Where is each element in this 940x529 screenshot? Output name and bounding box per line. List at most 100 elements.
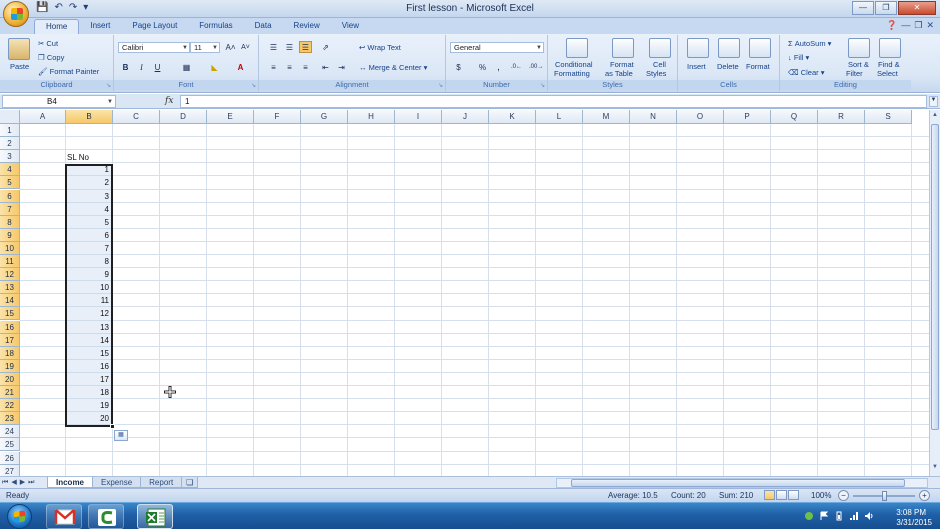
row-header-22[interactable]: 22 bbox=[0, 399, 20, 413]
row-header-20[interactable]: 20 bbox=[0, 372, 20, 386]
delete-button[interactable]: Delete bbox=[717, 62, 739, 71]
column-header-b[interactable]: B bbox=[66, 110, 113, 124]
column-header-g[interactable]: G bbox=[301, 110, 348, 124]
cell-b5[interactable]: 2 bbox=[67, 176, 111, 189]
conditional-formatting-icon[interactable] bbox=[566, 38, 588, 58]
column-header-h[interactable]: H bbox=[348, 110, 395, 124]
vertical-scroll-thumb[interactable] bbox=[931, 124, 939, 430]
row-header-25[interactable]: 25 bbox=[0, 438, 20, 452]
row-header-19[interactable]: 19 bbox=[0, 359, 20, 373]
column-header-n[interactable]: N bbox=[630, 110, 677, 124]
camtasia-app-icon[interactable] bbox=[88, 504, 124, 529]
orientation-icon[interactable]: ⇗ bbox=[319, 41, 332, 53]
percent-icon[interactable]: % bbox=[476, 61, 489, 73]
sheet-tab-income[interactable]: Income bbox=[47, 477, 94, 488]
cell-b23[interactable]: 20 bbox=[67, 412, 111, 425]
row-header-13[interactable]: 13 bbox=[0, 281, 20, 295]
expand-formula-bar-icon[interactable]: ▼ bbox=[929, 96, 938, 107]
cell-b20[interactable]: 17 bbox=[67, 373, 111, 386]
fill-button[interactable]: ↓ Fill ▾ bbox=[788, 53, 809, 62]
increase-decimal-icon[interactable]: .0← bbox=[510, 61, 523, 73]
decrease-decimal-icon[interactable]: .00→ bbox=[528, 61, 543, 73]
insert-cells-icon[interactable] bbox=[687, 38, 709, 58]
cell-b14[interactable]: 11 bbox=[67, 294, 111, 307]
tab-insert[interactable]: Insert bbox=[79, 19, 121, 34]
auto-fill-options-icon[interactable]: ▦ bbox=[114, 430, 128, 441]
cell-b17[interactable]: 14 bbox=[67, 334, 111, 347]
zoom-in-icon[interactable]: + bbox=[919, 490, 930, 501]
comma-style-icon[interactable]: , bbox=[492, 61, 505, 73]
first-sheet-icon[interactable]: ⏮ bbox=[2, 477, 8, 488]
cell-b22[interactable]: 19 bbox=[67, 399, 111, 412]
cell-b12[interactable]: 9 bbox=[67, 268, 111, 281]
align-middle-icon[interactable]: ☰ bbox=[283, 41, 296, 53]
dialog-launcher-icon[interactable]: ↘ bbox=[251, 82, 256, 89]
normal-view-icon[interactable] bbox=[764, 490, 775, 500]
column-header-c[interactable]: C bbox=[113, 110, 160, 124]
fill-color-icon[interactable]: ◣ bbox=[208, 61, 221, 73]
autosum-button[interactable]: Σ AutoSum ▾ bbox=[788, 39, 831, 48]
page-break-view-icon[interactable] bbox=[788, 490, 799, 500]
clock-date[interactable]: 3/31/2015 bbox=[896, 518, 932, 527]
row-header-7[interactable]: 7 bbox=[0, 202, 20, 216]
ribbon-close-icon[interactable]: ✕ bbox=[926, 20, 934, 31]
tab-page-layout[interactable]: Page Layout bbox=[121, 19, 188, 34]
cell-b21[interactable]: 18 bbox=[67, 386, 111, 399]
horizontal-scrollbar[interactable] bbox=[556, 478, 928, 488]
row-header-3[interactable]: 3 bbox=[0, 150, 20, 164]
flag-icon[interactable] bbox=[819, 511, 829, 521]
page-layout-view-icon[interactable] bbox=[776, 490, 787, 500]
row-header-11[interactable]: 11 bbox=[0, 255, 20, 268]
row-header-27[interactable]: 27 bbox=[0, 464, 20, 476]
vertical-scrollbar[interactable]: ▲ ▼ bbox=[929, 110, 940, 476]
sort-filter-line1[interactable]: Sort & bbox=[848, 60, 869, 69]
wrap-text-button[interactable]: ↩ Wrap Text bbox=[359, 43, 401, 52]
tab-review[interactable]: Review bbox=[283, 19, 331, 34]
ribbon-restore-icon[interactable]: ❐ bbox=[914, 20, 922, 31]
office-button[interactable] bbox=[3, 1, 29, 27]
select-all-corner[interactable] bbox=[0, 110, 20, 124]
column-header-f[interactable]: F bbox=[254, 110, 301, 124]
fill-handle[interactable] bbox=[110, 424, 115, 429]
clear-button[interactable]: ⌫ Clear ▾ bbox=[788, 68, 825, 77]
sheet-tab-report[interactable]: Report bbox=[140, 477, 183, 488]
clock-time[interactable]: 3:08 PM bbox=[896, 508, 926, 517]
column-header-a[interactable]: A bbox=[20, 110, 66, 124]
sort-filter-line2[interactable]: Filter bbox=[846, 69, 863, 78]
column-header-r[interactable]: R bbox=[818, 110, 865, 124]
align-center-icon[interactable]: ≡ bbox=[283, 61, 296, 73]
battery-icon[interactable] bbox=[834, 511, 844, 521]
cell-b18[interactable]: 15 bbox=[67, 347, 111, 360]
cell-b15[interactable]: 12 bbox=[67, 307, 111, 320]
insert-button[interactable]: Insert bbox=[687, 62, 706, 71]
copy-button[interactable]: ❐ Copy bbox=[38, 53, 64, 62]
restore-icon[interactable]: ❐ bbox=[875, 1, 897, 15]
cell-b6[interactable]: 3 bbox=[67, 190, 111, 203]
scroll-up-icon[interactable]: ▲ bbox=[930, 112, 940, 118]
cell-b19[interactable]: 16 bbox=[67, 360, 111, 373]
cell-styles-line2[interactable]: Styles bbox=[646, 69, 666, 78]
column-header-e[interactable]: E bbox=[207, 110, 254, 124]
align-right-icon[interactable]: ≡ bbox=[299, 61, 312, 73]
row-header-17[interactable]: 17 bbox=[0, 333, 20, 347]
increase-indent-icon[interactable]: ⇥ bbox=[335, 61, 348, 73]
cell-b9[interactable]: 6 bbox=[67, 229, 111, 242]
column-header-p[interactable]: P bbox=[724, 110, 771, 124]
gmail-app-icon[interactable] bbox=[46, 504, 82, 529]
row-header-6[interactable]: 6 bbox=[0, 189, 20, 203]
cell-b10[interactable]: 7 bbox=[67, 242, 111, 255]
cell-b11[interactable]: 8 bbox=[67, 255, 111, 268]
insert-sheet-icon[interactable]: ❏ bbox=[181, 477, 199, 488]
format-painter-button[interactable]: 🖌 Format Painter bbox=[38, 67, 99, 76]
excel-app-icon[interactable] bbox=[137, 504, 173, 529]
ribbon-minimize-icon[interactable]: — bbox=[901, 20, 910, 31]
next-sheet-icon[interactable]: ▶ bbox=[20, 477, 25, 488]
sheet-tab-expense[interactable]: Expense bbox=[92, 477, 142, 488]
delete-cells-icon[interactable] bbox=[718, 38, 740, 58]
find-select-line1[interactable]: Find & bbox=[878, 60, 900, 69]
column-header-l[interactable]: L bbox=[536, 110, 583, 124]
tab-view[interactable]: View bbox=[331, 19, 370, 34]
merge-center-button[interactable]: ↔ Merge & Center ▾ bbox=[359, 63, 427, 72]
column-header-s[interactable]: S bbox=[865, 110, 912, 124]
format-button[interactable]: Format bbox=[746, 62, 770, 71]
